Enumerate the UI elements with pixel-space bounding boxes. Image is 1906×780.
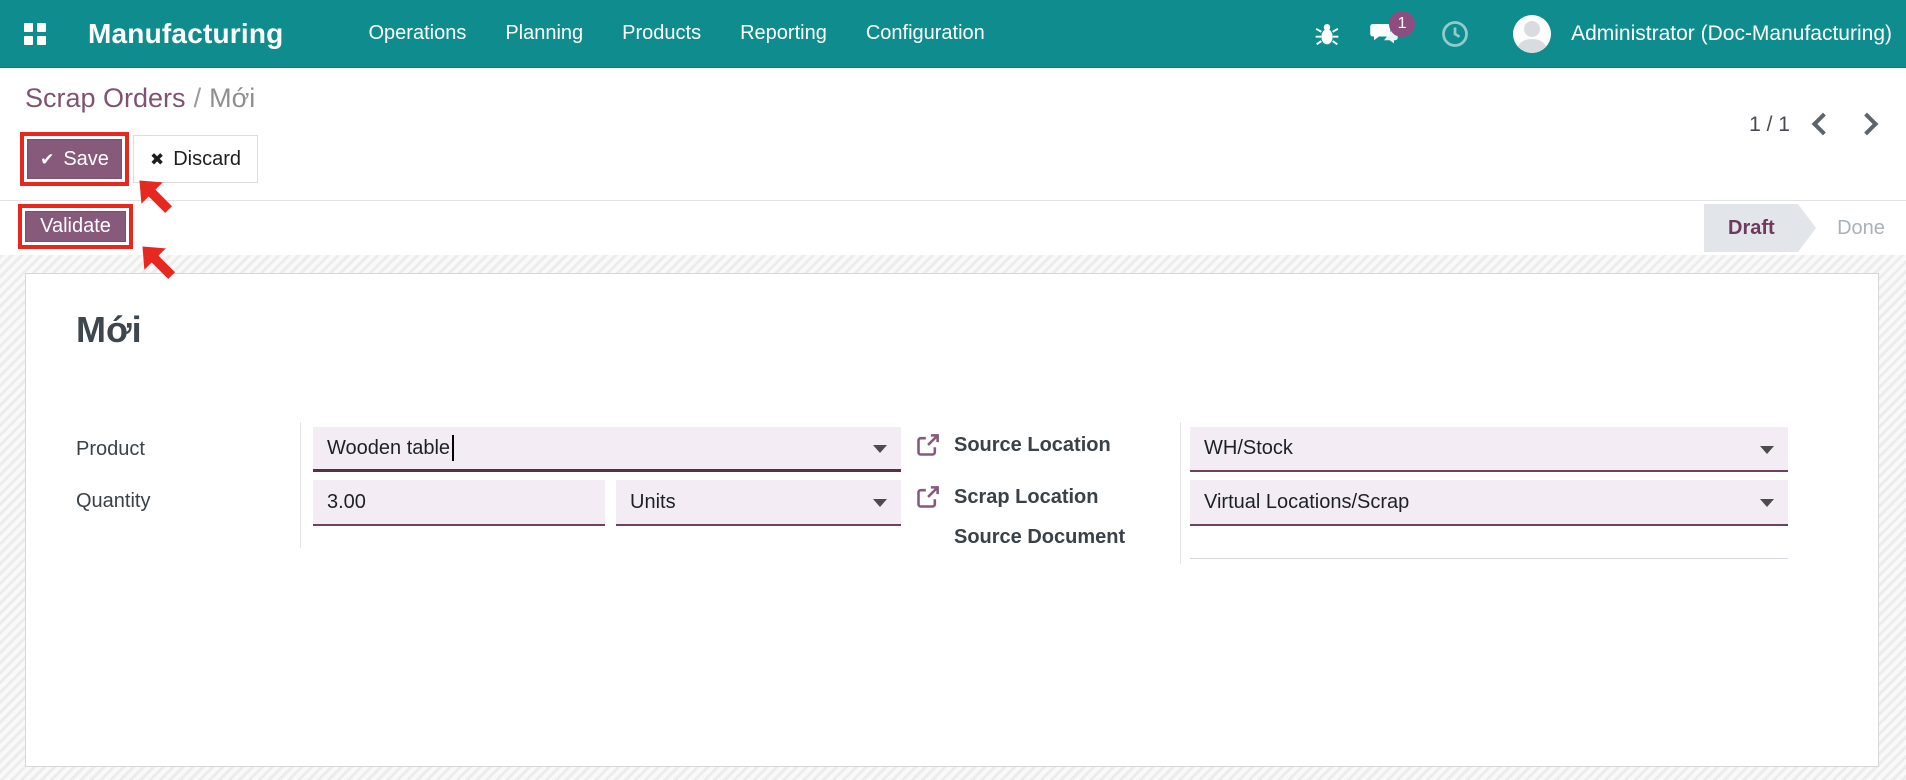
messages-count-badge: 1 <box>1389 10 1416 37</box>
product-input[interactable]: Wooden table <box>313 427 901 472</box>
form-header: Validate Draft Done <box>0 201 1906 255</box>
caret-down-icon[interactable] <box>1760 445 1774 454</box>
menu-reporting[interactable]: Reporting <box>740 22 827 45</box>
form-background: Mới Product Quantity Wooden table 3.00 U… <box>0 255 1906 780</box>
caret-down-icon[interactable] <box>873 445 887 453</box>
left-group-separator <box>300 422 301 548</box>
quantity-label: Quantity <box>76 490 151 512</box>
activities-clock-icon[interactable] <box>1440 19 1470 49</box>
source-document-label: Source Document <box>954 526 1126 548</box>
record-title: Mới <box>76 309 142 350</box>
breadcrumb-separator: / <box>193 83 202 113</box>
scrap-location-external-link-icon[interactable] <box>914 484 941 511</box>
caret-down-icon[interactable] <box>1760 499 1774 507</box>
user-menu[interactable]: Administrator (Doc-Manufacturing) <box>1571 22 1892 46</box>
product-label: Product <box>76 438 145 460</box>
pager-counter: 1 / 1 <box>1749 113 1790 136</box>
status-done[interactable]: Done <box>1816 204 1906 252</box>
caret-down-icon[interactable] <box>873 499 887 507</box>
avatar[interactable] <box>1513 14 1552 53</box>
pager-previous-icon[interactable] <box>1811 112 1835 136</box>
right-group-separator <box>1180 422 1181 564</box>
scrap-location-select[interactable]: Virtual Locations/Scrap <box>1190 480 1788 526</box>
breadcrumb-scrap-orders[interactable]: Scrap Orders <box>25 83 186 113</box>
check-icon: ✔ <box>40 149 55 169</box>
source-document-input[interactable] <box>1190 524 1788 559</box>
navbar-right: 1 Administrator (Doc-Manufacturing) <box>1312 10 1896 53</box>
messages-icon[interactable]: 1 <box>1369 10 1416 49</box>
source-location-select[interactable]: WH/Stock <box>1190 427 1788 472</box>
pager-next-icon[interactable] <box>1855 112 1879 136</box>
breadcrumb-current: Mới <box>209 83 256 113</box>
menu-planning[interactable]: Planning <box>505 22 583 45</box>
save-button[interactable]: ✔ Save <box>27 139 122 179</box>
app-name[interactable]: Manufacturing <box>88 18 283 50</box>
main-menu: Operations Planning Products Reporting C… <box>368 22 984 45</box>
control-panel: Scrap Orders / Mới ✔ Save ✖ Discard 1 / 1 <box>0 68 1906 201</box>
validate-button[interactable]: Validate <box>25 211 126 242</box>
breadcrumb: Scrap Orders / Mới <box>25 83 255 114</box>
menu-operations[interactable]: Operations <box>368 22 466 45</box>
discard-button[interactable]: ✖ Discard <box>133 135 258 183</box>
statusbar: Draft Done <box>1704 204 1906 252</box>
quantity-input[interactable]: 3.00 <box>313 480 605 526</box>
menu-configuration[interactable]: Configuration <box>866 22 985 45</box>
apps-menu-icon[interactable] <box>24 22 46 45</box>
source-location-external-link-icon[interactable] <box>914 432 941 459</box>
text-cursor <box>452 435 455 461</box>
source-location-label: Source Location <box>954 434 1111 456</box>
validate-annotation-box: Validate <box>18 204 133 249</box>
top-navbar: Manufacturing Operations Planning Produc… <box>0 0 1906 68</box>
close-icon: ✖ <box>149 149 165 169</box>
form-sheet: Mới Product Quantity Wooden table 3.00 U… <box>25 273 1879 767</box>
save-annotation-box: ✔ Save <box>20 132 129 186</box>
uom-select[interactable]: Units <box>616 480 901 526</box>
status-draft[interactable]: Draft <box>1704 204 1816 252</box>
debug-bug-icon[interactable] <box>1312 19 1342 49</box>
scrap-location-label: Scrap Location <box>954 486 1099 508</box>
page: Manufacturing Operations Planning Produc… <box>0 0 1906 780</box>
menu-products[interactable]: Products <box>622 22 701 45</box>
